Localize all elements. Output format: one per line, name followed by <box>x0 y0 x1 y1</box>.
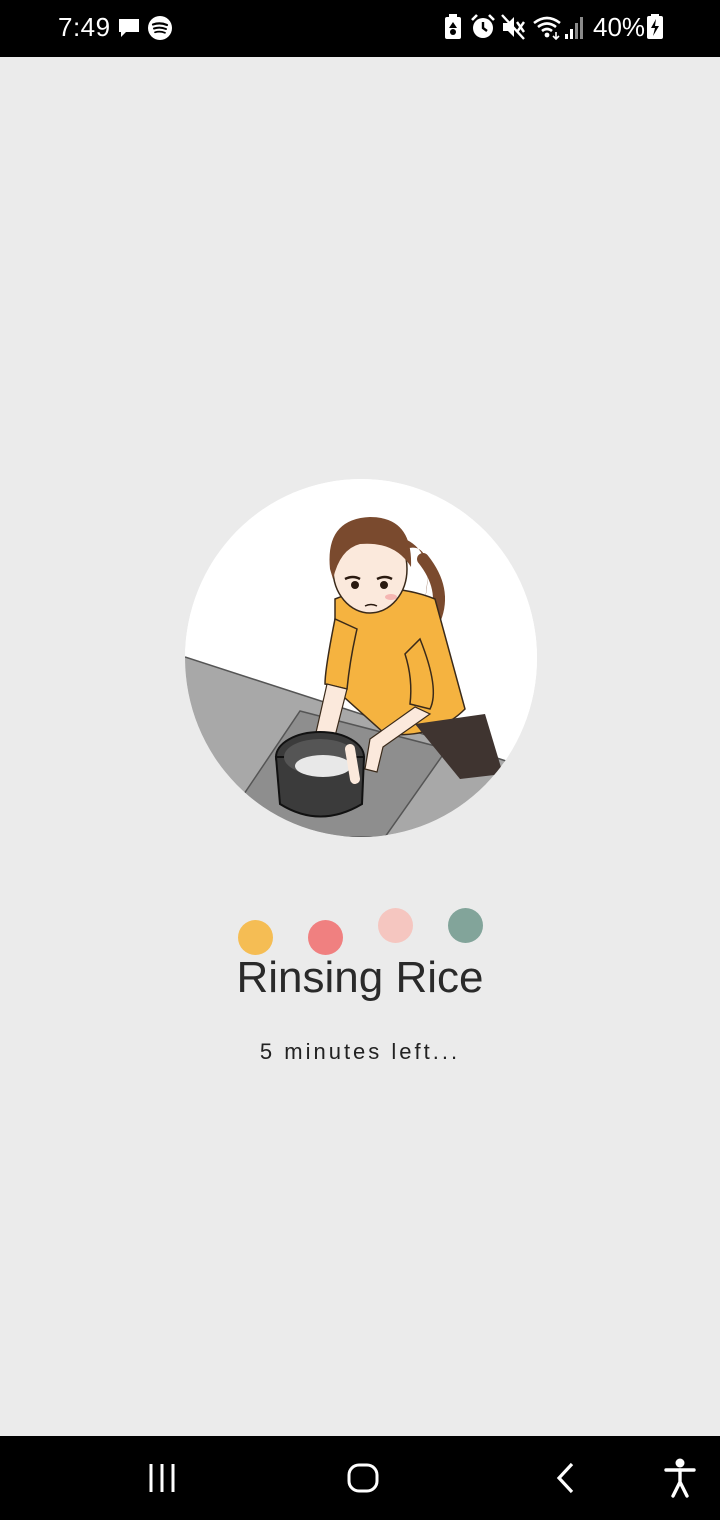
battery-charging-icon <box>647 14 663 45</box>
back-icon[interactable] <box>543 1456 587 1500</box>
step-title: Rinsing Rice <box>236 953 484 1002</box>
accessibility-icon[interactable] <box>658 1456 702 1500</box>
loading-dot-4 <box>448 908 483 943</box>
battery-percent: 40% <box>593 12 646 42</box>
battery-saver-icon <box>444 14 462 45</box>
navigation-bar <box>0 1436 720 1520</box>
loading-dot-2 <box>308 920 343 955</box>
home-icon[interactable] <box>341 1456 385 1500</box>
main-content: Rinsing Rice 5 minutes left... <box>0 57 720 1436</box>
status-bar: 7:49 40% <box>0 0 720 57</box>
recent-apps-icon[interactable] <box>140 1456 184 1500</box>
mute-icon <box>501 14 525 45</box>
signal-icon <box>564 14 586 45</box>
wifi-icon <box>532 14 562 45</box>
status-time: 7:49 <box>58 12 111 42</box>
message-icon <box>117 17 141 44</box>
loading-dot-1 <box>238 920 273 955</box>
time-left-text: 5 minutes left... <box>259 1039 461 1064</box>
person-rinsing-rice-illustration <box>185 479 537 837</box>
loading-dot-3 <box>378 908 413 943</box>
alarm-icon <box>470 14 496 45</box>
spotify-icon <box>148 16 172 45</box>
